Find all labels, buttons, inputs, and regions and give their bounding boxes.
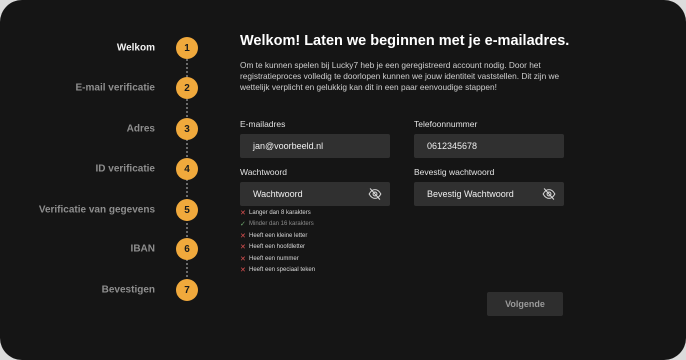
step-id-verificatie[interactable]: ID verificatie 4 — [0, 158, 230, 180]
rule-text: Heeft een nummer — [249, 255, 299, 262]
confirm-password-field[interactable]: Bevestig Wachtwoord — [414, 182, 564, 206]
password-rule: ✕ Langer dan 8 karakters — [240, 207, 315, 219]
eye-off-icon[interactable] — [542, 187, 556, 201]
cross-icon: ✕ — [240, 255, 246, 263]
step-iban[interactable]: IBAN 6 — [0, 238, 230, 260]
password-rule: ✕ Heeft een kleine letter — [240, 230, 315, 242]
password-rule: ✓ Minder dan 16 karakters — [240, 219, 315, 231]
confirm-password-placeholder: Bevestig Wachtwoord — [427, 189, 514, 199]
confirm-password-label: Bevestig wachtwoord — [414, 167, 495, 177]
step-label: Bevestigen — [101, 284, 155, 296]
step-adres[interactable]: Adres 3 — [0, 118, 230, 140]
rule-text: Langer dan 8 karakters — [249, 209, 311, 216]
step-welkom[interactable]: Welkom 1 — [0, 37, 230, 59]
cross-icon: ✕ — [240, 244, 246, 252]
cross-icon: ✕ — [240, 209, 246, 217]
intro-text: Om te kunnen spelen bij Lucky7 heb je ee… — [240, 60, 560, 92]
step-label: E-mail verificatie — [75, 82, 155, 94]
step-verificatie-gegevens[interactable]: Verificatie van gegevens 5 — [0, 199, 230, 221]
step-number-badge: 5 — [176, 199, 198, 221]
rule-text: Heeft een speciaal teken — [249, 267, 316, 274]
email-field[interactable]: jan@voorbeeld.nl — [240, 134, 390, 158]
step-label: IBAN — [130, 243, 155, 255]
page-title: Welkom! Laten we beginnen met je e-maila… — [240, 33, 570, 49]
step-label: Verificatie van gegevens — [38, 204, 155, 216]
step-email-verificatie[interactable]: E-mail verificatie 2 — [0, 77, 230, 99]
password-label: Wachtwoord — [240, 167, 287, 177]
step-number-badge: 3 — [176, 118, 198, 140]
next-button[interactable]: Volgende — [487, 292, 563, 316]
email-label: E-mailadres — [240, 119, 286, 129]
step-number-badge: 7 — [176, 279, 198, 301]
check-icon: ✓ — [240, 221, 246, 229]
cross-icon: ✕ — [240, 232, 246, 240]
password-requirements: ✕ Langer dan 8 karakters ✓ Minder dan 16… — [240, 207, 315, 276]
rule-text: Heeft een kleine letter — [249, 232, 308, 239]
progress-stepper: Welkom 1 E-mail verificatie 2 Adres 3 ID… — [0, 0, 230, 360]
phone-label: Telefoonnummer — [414, 119, 478, 129]
email-step-form: Welkom! Laten we beginnen met je e-maila… — [240, 0, 569, 360]
password-rule: ✕ Heeft een hoofdletter — [240, 242, 315, 254]
step-label: Adres — [126, 123, 155, 135]
phone-value: 0612345678 — [427, 141, 478, 151]
phone-field[interactable]: 0612345678 — [414, 134, 564, 158]
step-number-badge: 1 — [176, 37, 198, 59]
registration-modal: Welkom 1 E-mail verificatie 2 Adres 3 ID… — [0, 0, 686, 360]
step-number-badge: 4 — [176, 158, 198, 180]
rule-text: Minder dan 16 karakters — [249, 221, 314, 228]
step-label: ID verificatie — [95, 163, 155, 175]
password-rule: ✕ Heeft een speciaal teken — [240, 265, 315, 277]
step-bevestigen[interactable]: Bevestigen 7 — [0, 279, 230, 301]
step-number-badge: 6 — [176, 238, 198, 260]
password-rule: ✕ Heeft een nummer — [240, 253, 315, 265]
cross-icon: ✕ — [240, 267, 246, 275]
rule-text: Heeft een hoofdletter — [249, 244, 306, 251]
step-number-badge: 2 — [176, 77, 198, 99]
password-field[interactable]: Wachtwoord — [240, 182, 390, 206]
email-value: jan@voorbeeld.nl — [253, 141, 324, 151]
step-label: Welkom — [116, 42, 155, 54]
eye-off-icon[interactable] — [368, 187, 382, 201]
password-placeholder: Wachtwoord — [253, 189, 303, 199]
